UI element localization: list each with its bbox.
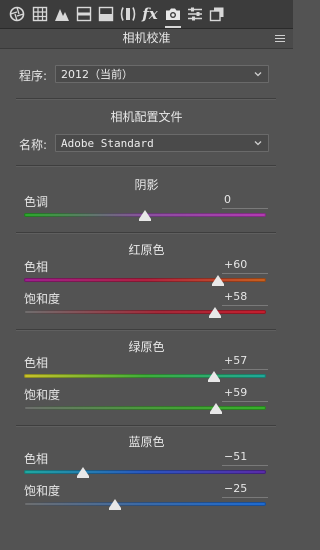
- red-hue-label: 色相: [24, 260, 49, 274]
- divider: [16, 98, 276, 100]
- detail-triangle-icon[interactable]: [53, 5, 71, 23]
- blue-saturation-value[interactable]: −25: [222, 482, 268, 498]
- process-select[interactable]: 2012（当前）: [55, 65, 269, 83]
- panel-menu-icon[interactable]: [275, 35, 285, 43]
- red-saturation-value[interactable]: +58: [222, 290, 268, 306]
- shadows-tint-label: 色调: [24, 195, 49, 209]
- process-value: 2012（当前）: [61, 68, 133, 81]
- red-saturation-slider-thumb[interactable]: [209, 307, 222, 318]
- red-saturation-label: 饱和度: [24, 292, 61, 306]
- blue-hue-slider-track[interactable]: [24, 470, 266, 474]
- split-toning-icon[interactable]: [97, 5, 115, 23]
- lens-corrections-icon[interactable]: [119, 5, 137, 23]
- blue-hue-slider-thumb[interactable]: [77, 467, 90, 478]
- profile-heading: 相机配置文件: [110, 110, 183, 124]
- green-hue-slider-track[interactable]: [24, 374, 266, 378]
- divider: [16, 329, 276, 331]
- blue-primary-heading: 蓝原色: [128, 435, 165, 449]
- divider: [16, 425, 276, 427]
- presets-sliders-icon[interactable]: [186, 5, 204, 23]
- panel-title-bar: 相机校准: [0, 29, 293, 49]
- tone-curve-grid-icon[interactable]: [31, 5, 49, 23]
- green-saturation-slider-track[interactable]: [24, 406, 266, 410]
- basic-aperture-icon[interactable]: [8, 5, 26, 23]
- red-hue-slider-track[interactable]: [24, 278, 266, 282]
- divider: [16, 232, 276, 234]
- panel-toolbar: fx: [0, 0, 293, 29]
- red-primary-heading: 红原色: [128, 243, 165, 257]
- red-hue-value[interactable]: +60: [222, 258, 268, 274]
- effects-fx-icon[interactable]: fx: [141, 5, 159, 23]
- camera-calibration-icon[interactable]: [164, 5, 182, 28]
- snapshots-icon[interactable]: [208, 5, 226, 23]
- hsl-icon[interactable]: [75, 5, 93, 23]
- green-saturation-slider-thumb[interactable]: [210, 403, 223, 414]
- name-label: 名称:: [19, 138, 48, 152]
- process-label: 程序:: [19, 69, 48, 83]
- green-hue-slider-thumb[interactable]: [207, 371, 220, 382]
- red-saturation-slider-track[interactable]: [24, 310, 266, 314]
- green-saturation-value[interactable]: +59: [222, 386, 268, 402]
- green-saturation-label: 饱和度: [24, 388, 61, 402]
- divider: [16, 165, 276, 167]
- chevron-down-icon: [254, 72, 262, 77]
- shadows-tint-slider-thumb[interactable]: [139, 210, 151, 221]
- blue-saturation-slider-thumb[interactable]: [108, 499, 121, 510]
- camera-calibration-panel: fx 相机校准 程序: 2012（当前） 相机配置文件 名称: Adobe St…: [0, 0, 293, 550]
- blue-saturation-slider-track[interactable]: [24, 502, 266, 506]
- blue-hue-value[interactable]: −51: [222, 450, 268, 466]
- green-hue-value[interactable]: +57: [222, 354, 268, 370]
- chevron-down-icon: [254, 141, 262, 146]
- green-hue-label: 色相: [24, 356, 49, 370]
- shadows-tint-value[interactable]: 0: [222, 193, 268, 209]
- shadows-heading: 阴影: [134, 178, 159, 192]
- panel-title: 相机校准: [122, 31, 171, 45]
- blue-saturation-label: 饱和度: [24, 484, 61, 498]
- green-primary-heading: 绿原色: [128, 340, 165, 354]
- blue-hue-label: 色相: [24, 452, 49, 466]
- profile-name-select[interactable]: Adobe Standard: [55, 134, 269, 152]
- profile-name-value: Adobe Standard: [61, 137, 154, 150]
- red-hue-slider-thumb[interactable]: [211, 275, 224, 286]
